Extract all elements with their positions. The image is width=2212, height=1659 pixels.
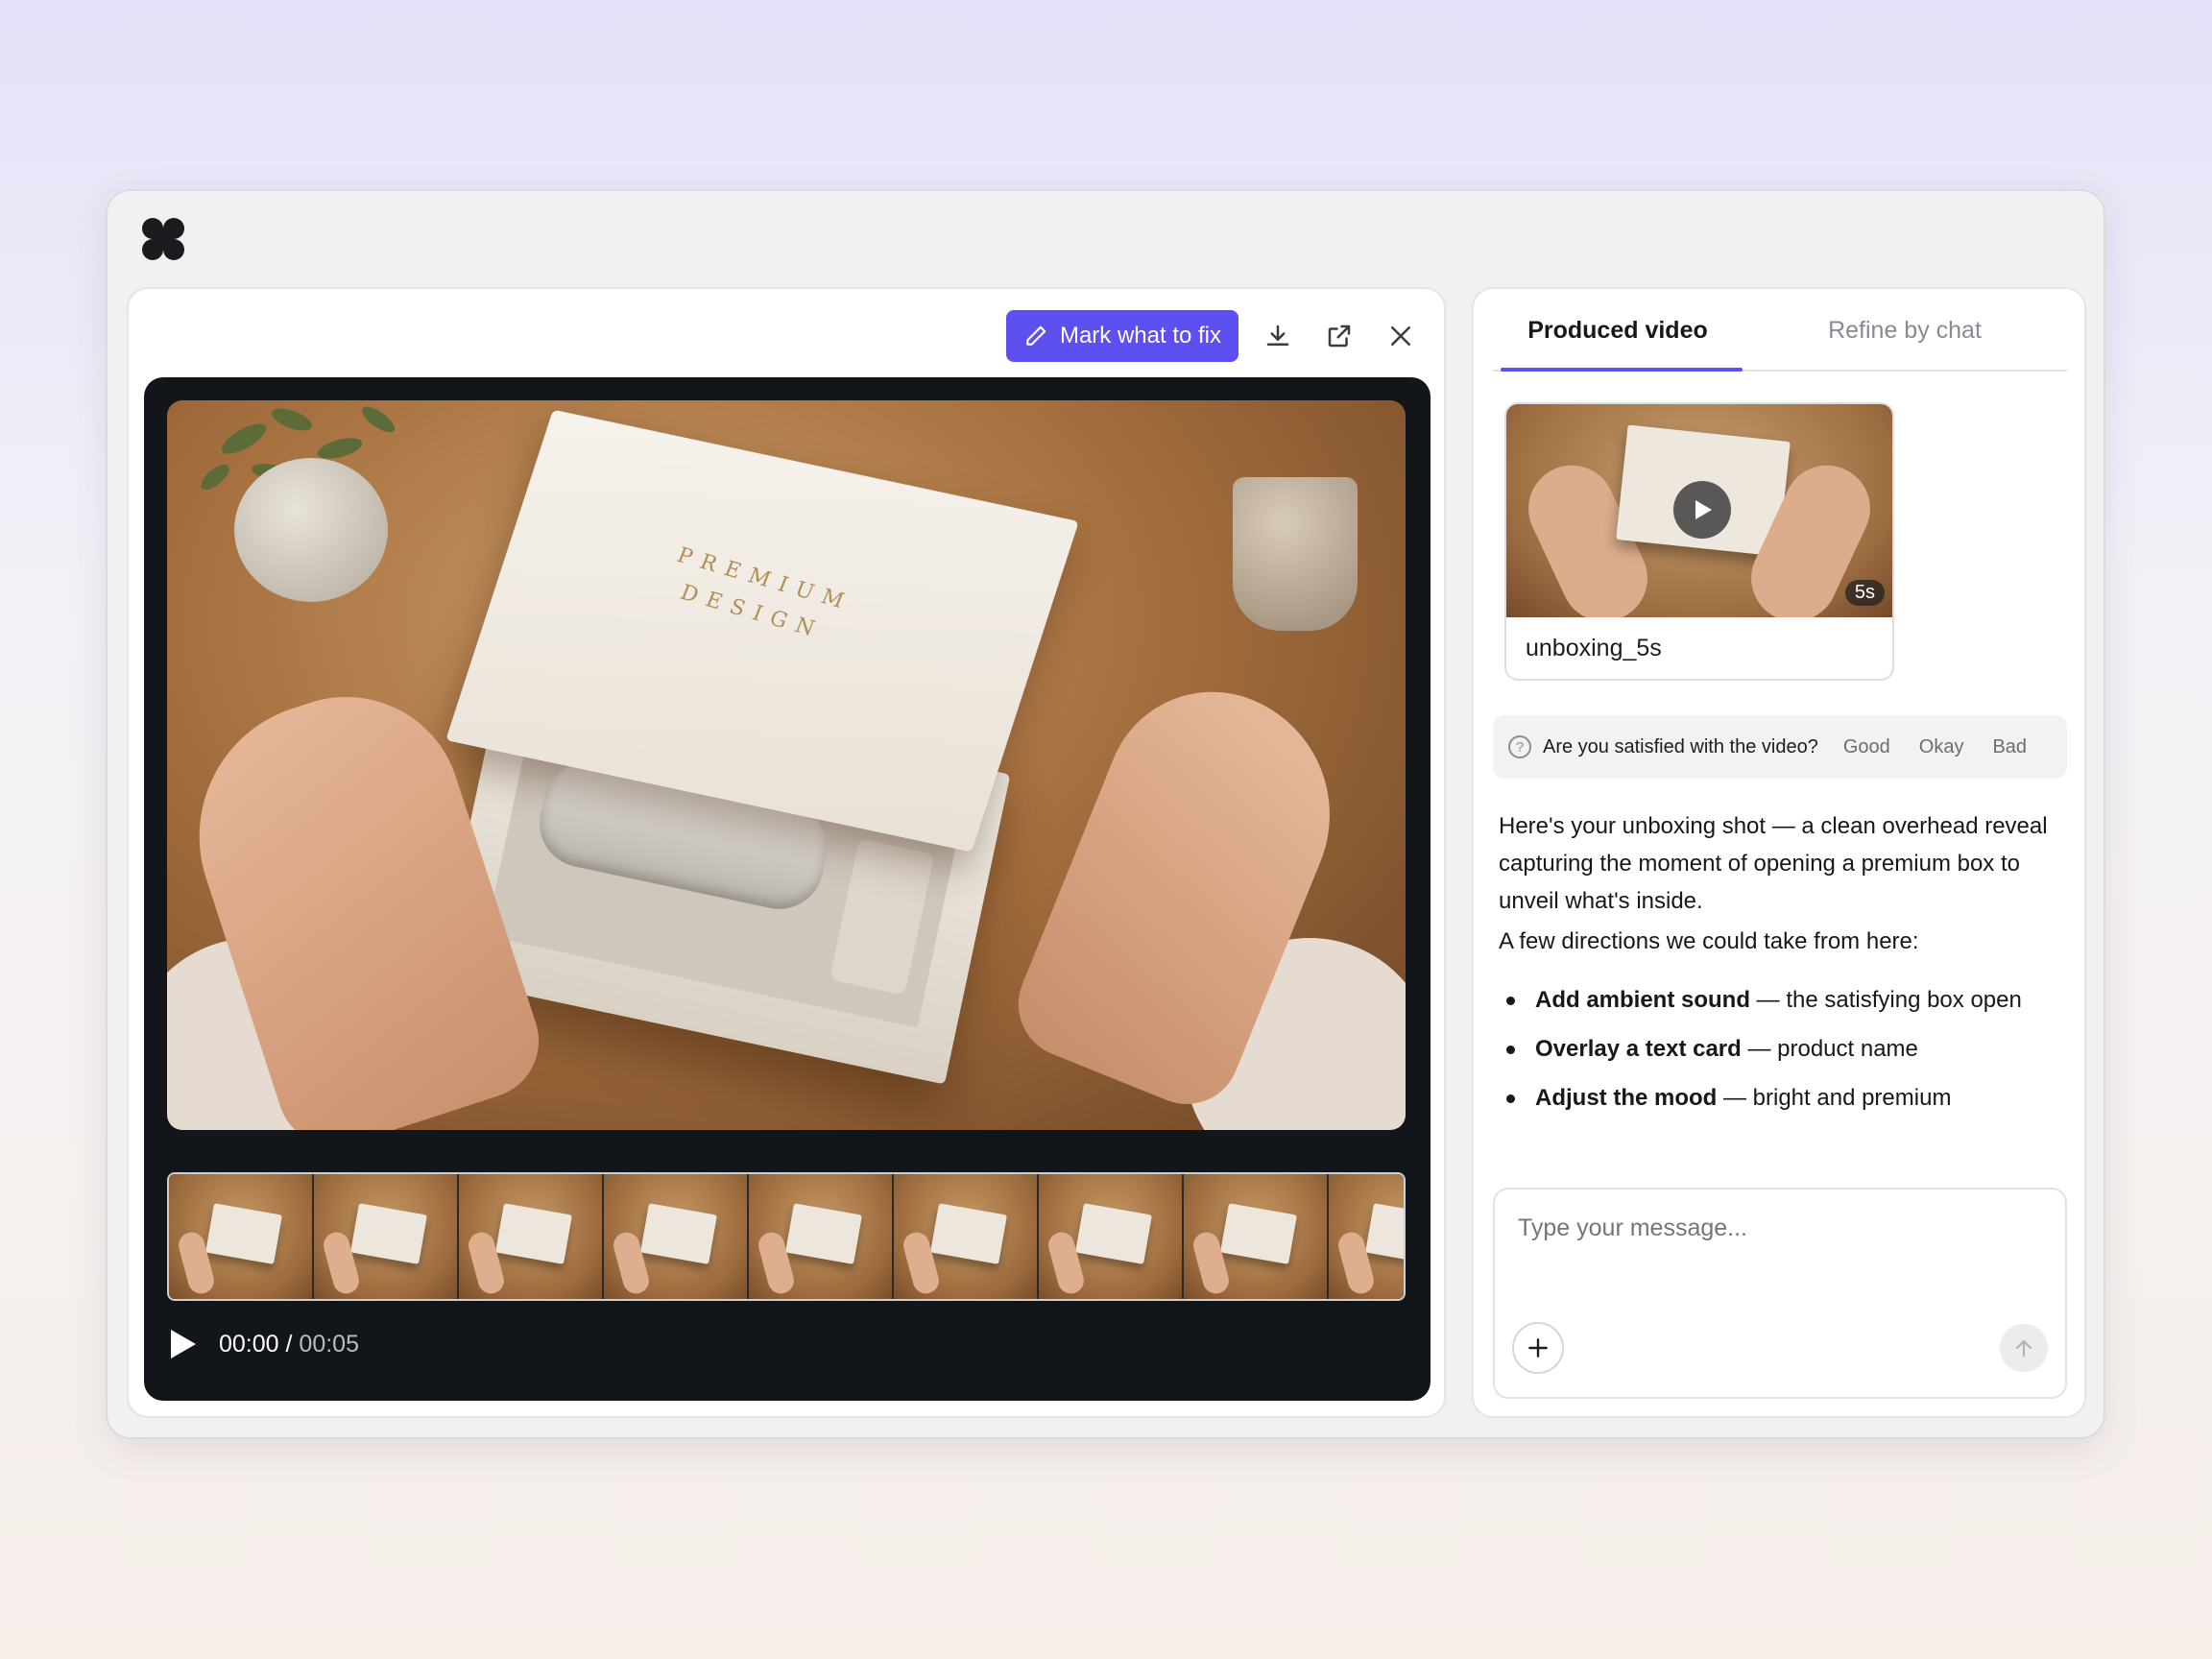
message-intro: Here's your unboxing shot — a clean over… — [1499, 813, 2048, 914]
thumbnail-play-icon[interactable] — [1673, 481, 1731, 539]
filmstrip-frame[interactable] — [314, 1174, 459, 1299]
plant-pot-image — [234, 458, 388, 602]
suggestion-item: Adjust the mood — bright and premium — [1499, 1073, 2075, 1122]
satisfaction-survey: ? Are you satisfied with the video? Good… — [1493, 715, 2067, 779]
arrow-up-icon — [2015, 1339, 2032, 1358]
suggestion-item: Overlay a text card — product name — [1499, 1024, 2075, 1073]
produced-video-card[interactable]: 5s unboxing_5s — [1504, 402, 1894, 681]
video-preview-panel: Mark what to fix PREMIUM DESIGN 00:00 / … — [127, 287, 1446, 1418]
panel-tabs: Produced video Refine by chat — [1493, 289, 2067, 372]
video-name: unboxing_5s — [1526, 635, 1662, 661]
play-icon[interactable] — [169, 1328, 198, 1360]
filmstrip-frame[interactable] — [1039, 1174, 1184, 1299]
time-separator: / — [285, 1330, 293, 1358]
close-icon[interactable] — [1379, 314, 1423, 358]
filmstrip-frame[interactable] — [1184, 1174, 1329, 1299]
app-window: Mark what to fix PREMIUM DESIGN 00:00 / … — [106, 189, 2105, 1439]
question-icon: ? — [1508, 735, 1531, 758]
add-attachment-button[interactable] — [1512, 1322, 1564, 1374]
playback-controls: 00:00 / 00:05 — [169, 1328, 359, 1360]
suggestion-list: Add ambient sound — the satisfying box o… — [1499, 975, 2075, 1122]
assistant-message: Here's your unboxing shot — a clean over… — [1499, 807, 2075, 1122]
filmstrip-frame[interactable] — [169, 1174, 314, 1299]
app-logo[interactable] — [142, 218, 184, 260]
message-lead: A few directions we could take from here… — [1499, 928, 1919, 954]
filmstrip-frame[interactable] — [1329, 1174, 1404, 1299]
external-link-icon[interactable] — [1317, 314, 1361, 358]
video-frame[interactable]: PREMIUM DESIGN — [167, 400, 1406, 1130]
feedback-bad-button[interactable]: Bad — [1992, 736, 2027, 758]
duration-badge: 5s — [1844, 580, 1885, 606]
time-display: 00:00 / 00:05 — [219, 1331, 359, 1358]
download-icon[interactable] — [1256, 314, 1300, 358]
timeline-filmstrip[interactable] — [167, 1172, 1406, 1301]
preview-toolbar: Mark what to fix — [1005, 310, 1423, 362]
plus-icon — [1528, 1338, 1548, 1358]
lid-print: PREMIUM DESIGN — [673, 543, 856, 644]
mark-what-to-fix-label: Mark what to fix — [1059, 323, 1221, 349]
feedback-good-button[interactable]: Good — [1843, 736, 1890, 758]
feedback-okay-button[interactable]: Okay — [1919, 736, 1964, 758]
ceramic-cup-image — [1233, 477, 1358, 631]
total-duration: 00:05 — [299, 1330, 359, 1358]
pencil-icon — [1026, 325, 1046, 346]
message-input[interactable] — [1518, 1214, 2036, 1242]
filmstrip-frame[interactable] — [459, 1174, 604, 1299]
tab-refine-by-chat[interactable]: Refine by chat — [1743, 289, 2067, 370]
survey-question: Are you satisfied with the video? — [1543, 735, 1818, 757]
side-panel: Produced video Refine by chat 5s unboxin… — [1472, 287, 2086, 1418]
filmstrip-frame[interactable] — [894, 1174, 1039, 1299]
current-time: 00:00 — [219, 1330, 279, 1358]
suggestion-item: Add ambient sound — the satisfying box o… — [1499, 975, 2075, 1024]
mark-what-to-fix-button[interactable]: Mark what to fix — [1005, 310, 1238, 362]
video-thumbnail[interactable]: 5s — [1506, 404, 1892, 617]
tab-produced-video[interactable]: Produced video — [1493, 289, 1743, 372]
filmstrip-frame[interactable] — [604, 1174, 749, 1299]
filmstrip-frame[interactable] — [749, 1174, 894, 1299]
video-player: PREMIUM DESIGN 00:00 / 00:05 — [144, 377, 1431, 1401]
send-button[interactable] — [2000, 1324, 2048, 1372]
chat-composer — [1493, 1188, 2067, 1399]
